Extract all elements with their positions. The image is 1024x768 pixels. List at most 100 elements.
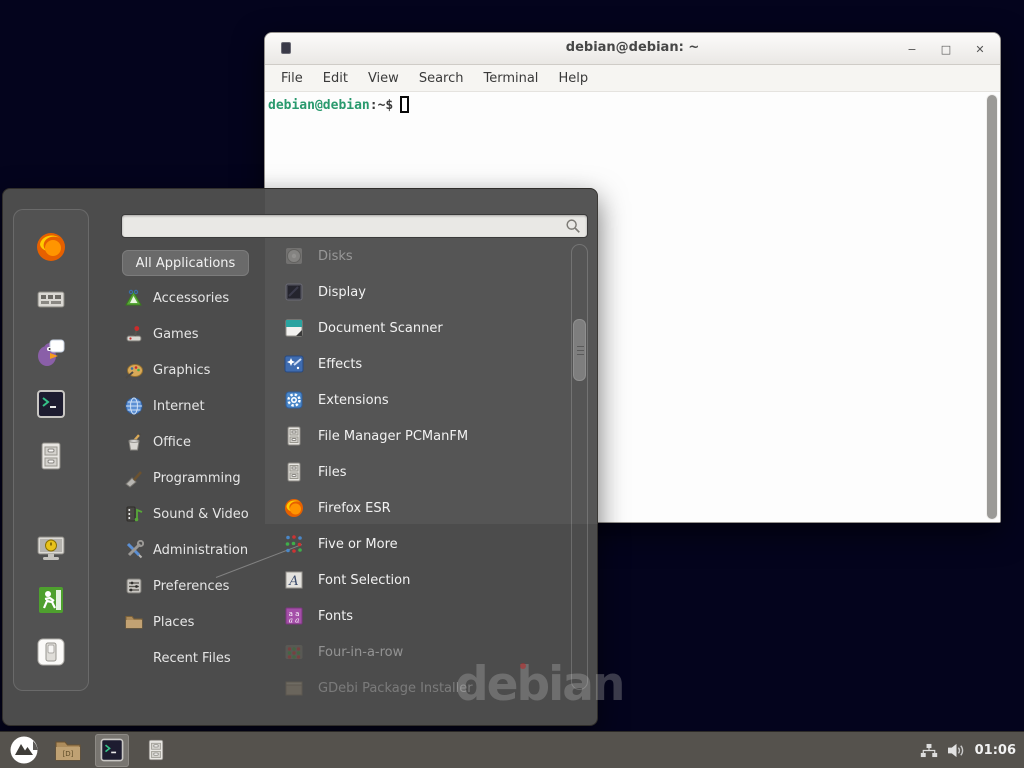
network-icon[interactable]: [920, 742, 938, 759]
app-item-five-or-more[interactable]: Five or More: [269, 526, 571, 562]
menu-button[interactable]: [7, 734, 41, 767]
five-or-more-icon: [283, 533, 305, 555]
menu-terminal[interactable]: Terminal: [473, 68, 548, 89]
display-icon: [283, 281, 305, 303]
menu-view[interactable]: View: [358, 68, 409, 89]
menu-search-bar: [121, 214, 588, 238]
category-sound-video[interactable]: Sound & Video: [120, 496, 270, 532]
favorites-panel: [13, 209, 89, 691]
document-scanner-icon: [283, 317, 305, 339]
favorite-log-out[interactable]: [35, 584, 67, 616]
app-item-firefox-esr[interactable]: Firefox ESR: [269, 490, 571, 526]
maximize-button[interactable]: □: [940, 43, 952, 56]
graphics-icon: [124, 360, 144, 380]
menu-help[interactable]: Help: [548, 68, 598, 89]
category-office[interactable]: Office: [120, 424, 270, 460]
terminal-scrollbar-thumb[interactable]: [987, 95, 997, 519]
app-item-gdebi[interactable]: GDebi Package Installer: [269, 670, 571, 706]
close-button[interactable]: ✕: [974, 43, 986, 56]
programming-icon: [124, 468, 144, 488]
recent-files-spacer: [124, 648, 144, 668]
fonts-icon: a a a a: [283, 605, 305, 627]
app-item-disks[interactable]: Disks: [269, 238, 571, 274]
prompt-user-host: debian@debian: [268, 98, 370, 113]
preferences-icon: [124, 576, 144, 596]
scrollbar-grip: [577, 354, 584, 355]
keyboard-icon: [35, 283, 67, 315]
shut-down-icon: [35, 636, 67, 668]
svg-text:a a: a a: [289, 617, 300, 625]
minimize-button[interactable]: −: [906, 43, 918, 56]
terminal-icon: [35, 388, 67, 420]
scrollbar-grip: [577, 346, 584, 347]
favorite-firefox[interactable]: [35, 231, 67, 263]
terminal-titlebar[interactable]: debian@debian: ~ − □ ✕: [265, 33, 1000, 65]
category-list: All Applications Accessories Games: [120, 250, 270, 676]
gdebi-package-icon: [283, 677, 305, 699]
office-icon: [124, 432, 144, 452]
games-icon: [124, 324, 144, 344]
terminal-title: debian@debian: ~: [265, 40, 1000, 55]
menu-edit[interactable]: Edit: [313, 68, 358, 89]
sound-video-icon: [124, 504, 144, 524]
taskbar: [D]: [0, 731, 1024, 768]
category-places[interactable]: Places: [120, 604, 270, 640]
search-icon: [564, 217, 582, 235]
app-item-display[interactable]: Display: [269, 274, 571, 310]
menu-scrollbar-track[interactable]: [571, 244, 588, 690]
category-all-applications[interactable]: All Applications: [122, 250, 249, 276]
favorite-terminal[interactable]: [35, 388, 67, 420]
application-menu: debian: [2, 188, 598, 726]
category-games[interactable]: Games: [120, 316, 270, 352]
menu-scrollbar-thumb[interactable]: [573, 319, 586, 381]
favorite-pidgin[interactable]: [35, 336, 67, 368]
prompt-path: :~$: [370, 98, 393, 113]
category-internet[interactable]: Internet: [120, 388, 270, 424]
terminal-menubar: File Edit View Search Terminal Help: [265, 65, 1000, 92]
extensions-icon: [283, 389, 305, 411]
app-item-document-scanner[interactable]: Document Scanner: [269, 310, 571, 346]
accessories-icon: [124, 288, 144, 308]
menu-search[interactable]: Search: [409, 68, 474, 89]
category-accessories[interactable]: Accessories: [120, 280, 270, 316]
category-preferences[interactable]: Preferences: [120, 568, 270, 604]
file-cabinet-icon: [144, 736, 168, 764]
file-cabinet-icon: [283, 461, 305, 483]
taskbar-terminal-button[interactable]: [95, 734, 129, 767]
app-item-effects[interactable]: Effects: [269, 346, 571, 382]
lock-screen-icon: [35, 532, 67, 564]
app-item-extensions[interactable]: Extensions: [269, 382, 571, 418]
administration-icon: [124, 540, 144, 560]
favorite-lock-screen[interactable]: [35, 532, 67, 564]
terminal-scrollbar[interactable]: [986, 94, 998, 520]
firefox-icon: [283, 497, 305, 519]
clock[interactable]: 01:06: [975, 743, 1016, 758]
favorite-control-center[interactable]: [35, 283, 67, 315]
file-cabinet-icon: [283, 425, 305, 447]
category-recent-files[interactable]: Recent Files: [120, 640, 270, 676]
font-selection-icon: A: [283, 569, 305, 591]
app-item-files[interactable]: Files: [269, 454, 571, 490]
app-item-file-manager-pcmanfm[interactable]: File Manager PCManFM: [269, 418, 571, 454]
firefox-icon: [35, 231, 67, 263]
pidgin-icon: [35, 336, 67, 368]
favorite-shut-down[interactable]: [35, 636, 67, 668]
effects-icon: [283, 353, 305, 375]
shell-prompt: debian@debian:~$: [268, 96, 409, 113]
category-administration[interactable]: Administration: [120, 532, 270, 568]
favorite-file-manager[interactable]: [35, 440, 67, 472]
terminal-cursor: [400, 96, 409, 113]
taskbar-file-manager-button[interactable]: [D]: [51, 734, 85, 767]
app-item-four-in-a-row[interactable]: Four-in-a-row: [269, 634, 571, 670]
category-programming[interactable]: Programming: [120, 460, 270, 496]
menu-search-input[interactable]: [122, 215, 564, 237]
volume-icon[interactable]: [947, 742, 966, 759]
menu-logo-icon: [9, 735, 39, 765]
app-item-fonts[interactable]: a a a a Fonts: [269, 598, 571, 634]
internet-icon: [124, 396, 144, 416]
four-in-a-row-icon: [283, 641, 305, 663]
category-graphics[interactable]: Graphics: [120, 352, 270, 388]
app-item-font-selection[interactable]: A Font Selection: [269, 562, 571, 598]
menu-file[interactable]: File: [271, 68, 313, 89]
taskbar-cabinet-button[interactable]: [139, 734, 173, 767]
